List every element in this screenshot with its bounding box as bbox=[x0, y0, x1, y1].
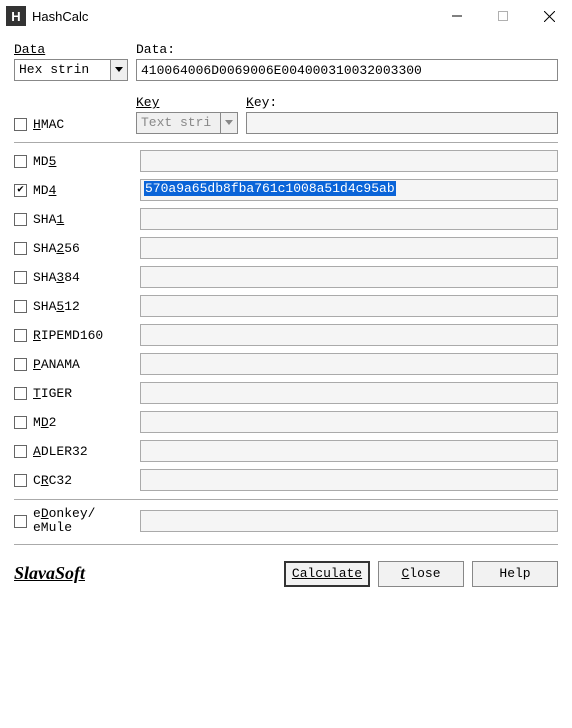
calculate-button[interactable]: Calculate bbox=[284, 561, 370, 587]
hash-row-tiger: TIGER bbox=[14, 382, 558, 404]
sha1-label: SHA1 bbox=[33, 212, 64, 227]
dropdown-icon bbox=[220, 112, 238, 134]
sha512-label: SHA512 bbox=[33, 299, 80, 314]
sha256-label: SHA256 bbox=[33, 241, 80, 256]
panama-output[interactable] bbox=[140, 353, 558, 375]
hash-row-edonkey: eDonkey/eMule bbox=[14, 507, 558, 536]
sha384-output[interactable] bbox=[140, 266, 558, 288]
hash-row-crc32: CRC32 bbox=[14, 469, 558, 491]
sha512-checkbox[interactable] bbox=[14, 300, 27, 313]
md2-checkbox[interactable] bbox=[14, 416, 27, 429]
dropdown-icon[interactable] bbox=[110, 59, 128, 81]
hmac-checkbox[interactable] bbox=[14, 118, 27, 131]
md5-label: MD5 bbox=[33, 154, 56, 169]
adler32-checkbox[interactable] bbox=[14, 445, 27, 458]
separator bbox=[14, 544, 558, 545]
close-button-label: Close bbox=[401, 566, 440, 581]
key-format-label: Key bbox=[136, 95, 238, 110]
edonkey-output[interactable] bbox=[140, 510, 558, 532]
tiger-label: TIGER bbox=[33, 386, 72, 401]
sha384-label: SHA384 bbox=[33, 270, 80, 285]
key-format-value: Text stri bbox=[136, 112, 220, 134]
ripemd160-output[interactable] bbox=[140, 324, 558, 346]
separator bbox=[14, 142, 558, 143]
hash-row-sha1: SHA1 bbox=[14, 208, 558, 230]
crc32-label: CRC32 bbox=[33, 473, 72, 488]
md2-output[interactable] bbox=[140, 411, 558, 433]
edonkey-checkbox[interactable] bbox=[14, 515, 27, 528]
md5-output[interactable] bbox=[140, 150, 558, 172]
tiger-output[interactable] bbox=[140, 382, 558, 404]
hash-row-adler32: ADLER32 bbox=[14, 440, 558, 462]
hash-row-sha384: SHA384 bbox=[14, 266, 558, 288]
hash-row-md4: MD4 570a9a65db8fba761c1008a51d4c95ab bbox=[14, 179, 558, 201]
hmac-label: HMAC bbox=[33, 117, 64, 132]
data-format-label: Data bbox=[14, 42, 128, 57]
data-input[interactable] bbox=[136, 59, 558, 81]
ripemd160-checkbox[interactable] bbox=[14, 329, 27, 342]
data-value-label: Data: bbox=[136, 42, 558, 57]
md4-checkbox[interactable] bbox=[14, 184, 27, 197]
adler32-label: ADLER32 bbox=[33, 444, 88, 459]
hash-row-panama: PANAMA bbox=[14, 353, 558, 375]
sha512-output[interactable] bbox=[140, 295, 558, 317]
sha1-checkbox[interactable] bbox=[14, 213, 27, 226]
app-icon: H bbox=[6, 6, 26, 26]
md5-checkbox[interactable] bbox=[14, 155, 27, 168]
maximize-button bbox=[480, 0, 526, 32]
hash-row-sha512: SHA512 bbox=[14, 295, 558, 317]
edonkey-label: eDonkey/eMule bbox=[33, 507, 95, 536]
key-format-combo: Text stri bbox=[136, 112, 238, 134]
hash-row-md5: MD5 bbox=[14, 150, 558, 172]
window-title: HashCalc bbox=[32, 9, 88, 24]
panama-checkbox[interactable] bbox=[14, 358, 27, 371]
brand-label: SlavaSoft bbox=[14, 563, 85, 584]
md4-output[interactable]: 570a9a65db8fba761c1008a51d4c95ab bbox=[140, 179, 558, 201]
ripemd160-label: RIPEMD160 bbox=[33, 328, 103, 343]
help-button[interactable]: Help bbox=[472, 561, 558, 587]
data-format-combo[interactable]: Hex strin bbox=[14, 59, 128, 81]
md4-label: MD4 bbox=[33, 183, 56, 198]
window-controls bbox=[434, 0, 572, 32]
panama-label: PANAMA bbox=[33, 357, 80, 372]
key-value-label: Key: bbox=[246, 95, 558, 110]
close-window-button[interactable] bbox=[526, 0, 572, 32]
hash-row-ripemd160: RIPEMD160 bbox=[14, 324, 558, 346]
sha384-checkbox[interactable] bbox=[14, 271, 27, 284]
sha256-checkbox[interactable] bbox=[14, 242, 27, 255]
crc32-checkbox[interactable] bbox=[14, 474, 27, 487]
data-format-value[interactable]: Hex strin bbox=[14, 59, 110, 81]
close-button[interactable]: Close bbox=[378, 561, 464, 587]
crc32-output[interactable] bbox=[140, 469, 558, 491]
sha1-output[interactable] bbox=[140, 208, 558, 230]
adler32-output[interactable] bbox=[140, 440, 558, 462]
hash-row-sha256: SHA256 bbox=[14, 237, 558, 259]
key-input bbox=[246, 112, 558, 134]
hash-row-md2: MD2 bbox=[14, 411, 558, 433]
titlebar: H HashCalc bbox=[0, 0, 572, 32]
minimize-button[interactable] bbox=[434, 0, 480, 32]
tiger-checkbox[interactable] bbox=[14, 387, 27, 400]
sha256-output[interactable] bbox=[140, 237, 558, 259]
separator bbox=[14, 499, 558, 500]
md2-label: MD2 bbox=[33, 415, 56, 430]
